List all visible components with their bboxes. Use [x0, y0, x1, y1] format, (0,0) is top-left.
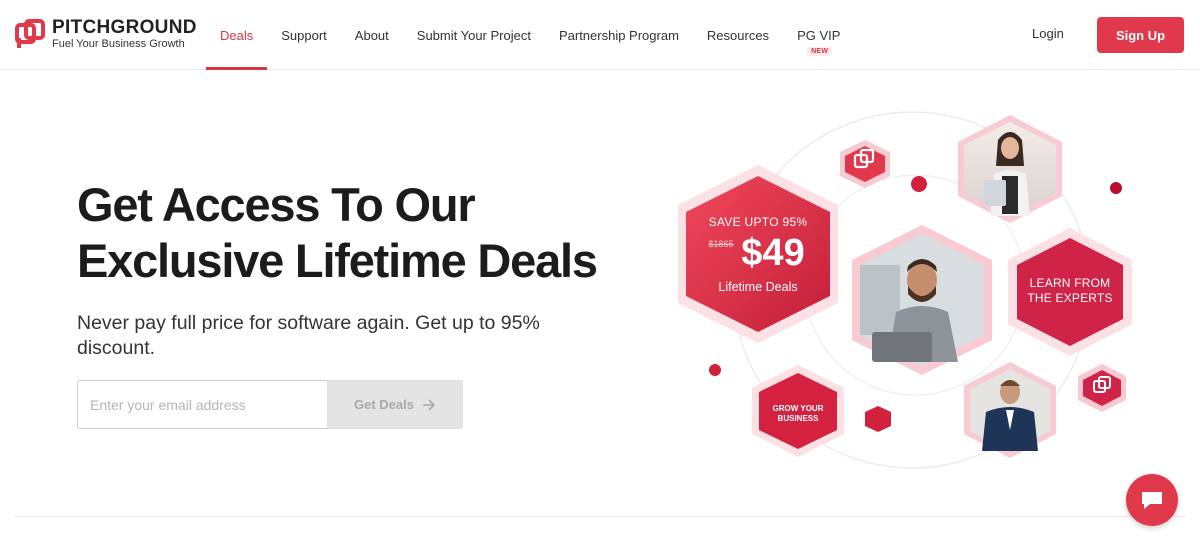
signup-button[interactable]: Sign Up	[1097, 17, 1184, 53]
nav-item-pg-vip-label: PG VIP	[797, 27, 841, 43]
get-deals-label: Get Deals	[354, 397, 414, 412]
chat-bubble-icon	[1142, 492, 1162, 509]
section-divider	[14, 516, 1186, 517]
hero-illustration: SAVE UPTO 95% $1865 $49 Lifetime Deals L…	[660, 100, 1140, 490]
hero-title-line2: Exclusive Lifetime Deals	[77, 234, 598, 287]
hero-title-line1: Get Access To Our	[77, 178, 476, 231]
nav-item-submit-project[interactable]: Submit Your Project	[403, 0, 545, 70]
grow-line1: GROW YOUR	[772, 404, 824, 413]
decor-dot	[911, 176, 927, 192]
email-signup-form: Get Deals	[77, 380, 463, 429]
grow-line2: BUSINESS	[777, 414, 819, 423]
nav-item-support[interactable]: Support	[267, 0, 341, 70]
new-badge: NEW	[807, 47, 833, 56]
login-link[interactable]: Login	[1032, 26, 1064, 41]
email-input[interactable]	[77, 380, 327, 429]
hero-subtitle: Never pay full price for software again.…	[77, 312, 540, 359]
price: $49	[741, 232, 805, 274]
save-text: SAVE UPTO 95%	[708, 215, 808, 229]
hero-title: Get Access To Our Exclusive Lifetime Dea…	[77, 177, 637, 289]
learn-line1: LEARN FROM	[1029, 276, 1111, 290]
nav-item-resources[interactable]: Resources	[693, 0, 783, 70]
chat-button[interactable]	[1126, 474, 1178, 526]
decor-dot	[709, 364, 721, 376]
arrow-right-icon	[422, 398, 436, 411]
decor-dot	[1110, 182, 1122, 194]
brand-logo[interactable]: PITCHGROUND Fuel Your Business Growth	[14, 14, 197, 54]
brand-tagline: Fuel Your Business Growth	[52, 37, 185, 50]
small-red-hex	[865, 406, 891, 432]
nav-item-partnership[interactable]: Partnership Program	[545, 0, 693, 70]
site-header: PITCHGROUND Fuel Your Business Growth De…	[0, 0, 1200, 70]
nav-item-pg-vip[interactable]: PG VIP NEW	[783, 0, 854, 70]
price-caption: Lifetime Deals	[718, 280, 798, 294]
nav-item-deals[interactable]: Deals	[206, 0, 268, 70]
main-nav: Deals Support About Submit Your Project …	[206, 0, 854, 70]
pitchground-logo-icon	[15, 19, 45, 48]
learn-line2: THE EXPERTS	[1027, 291, 1113, 305]
get-deals-button[interactable]: Get Deals	[327, 380, 463, 429]
nav-item-about[interactable]: About	[341, 0, 403, 70]
brand-name: PITCHGROUND	[52, 16, 197, 38]
